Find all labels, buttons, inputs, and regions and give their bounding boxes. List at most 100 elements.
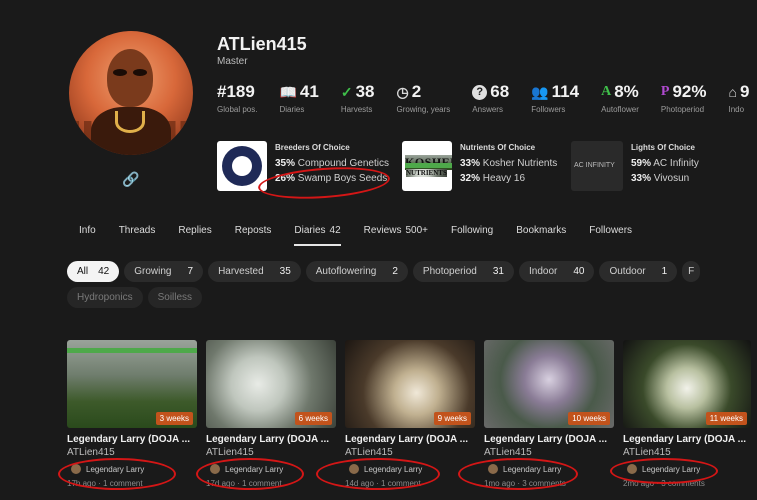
autoflower-icon: A (601, 84, 612, 99)
check-icon: ✓ (340, 83, 353, 100)
photoperiod-icon: P (660, 84, 670, 99)
avatar-eye (113, 69, 127, 76)
diary-author[interactable]: ATLien415 (484, 447, 614, 458)
filter-growing[interactable]: Growing 7 (124, 261, 204, 282)
filter-soilless[interactable]: Soilless (147, 287, 203, 308)
avatar-chain (115, 111, 145, 133)
stat-global-position: #189 Global pos. (217, 82, 257, 114)
stat-autoflower: A 8% Autoflower (601, 82, 639, 114)
diary-thumbnail[interactable]: 10 weeks (484, 340, 614, 428)
filter-indoor[interactable]: Indoor 40 (518, 261, 595, 282)
stat-answers[interactable]: ? 68 Answers (472, 82, 509, 114)
link-icon[interactable]: 🔗 (122, 171, 139, 188)
filter-truncated[interactable]: F (682, 261, 701, 282)
stat-label: Answers (472, 105, 503, 114)
diary-title[interactable]: Legendary Larry (DOJA ... (345, 434, 475, 445)
annotation-circle (458, 458, 578, 490)
stat-label: Global pos. (217, 105, 258, 114)
home-icon: ⌂ (728, 84, 737, 100)
lights-of-choice: AC INFINITY Lights Of Choice 59% AC Infi… (571, 141, 699, 191)
diary-thumbnail[interactable]: 3 weeks (67, 340, 197, 428)
nutrients-of-choice: KOSHER NUTRIENTS Nutrients Of Choice 33%… (402, 141, 557, 191)
stat-photoperiod: P 92% Photoperiod (661, 82, 707, 114)
stat-label: Autoflower (601, 105, 639, 114)
filter-outdoor[interactable]: Outdoor 1 (599, 261, 678, 282)
light-row[interactable]: 33% Vivosun (631, 173, 699, 184)
stat-diaries[interactable]: 📖 41 Diaries (279, 82, 318, 114)
ac-infinity-logo[interactable]: AC INFINITY (571, 141, 623, 191)
profile-avatar[interactable] (69, 31, 193, 155)
tab-bookmarks[interactable]: Bookmarks (516, 225, 566, 246)
diary-title[interactable]: Legendary Larry (DOJA ... (67, 434, 197, 445)
stat-value: 38 (355, 82, 375, 101)
clock-icon: ◷ (396, 83, 409, 100)
stat-growing-years: ◷ 2 Growing, years (396, 82, 450, 114)
weeks-badge: 9 weeks (433, 412, 471, 425)
annotation-circle (316, 458, 440, 490)
diary-thumbnail[interactable]: 11 weeks (623, 340, 751, 428)
tab-reviews[interactable]: Reviews 500+ (364, 225, 428, 246)
diary-thumbnail[interactable]: 6 weeks (206, 340, 336, 428)
choice-title: Lights Of Choice (631, 143, 695, 152)
diary-author[interactable]: ATLien415 (67, 447, 197, 458)
stat-value: 114 (551, 82, 580, 101)
filter-harvested[interactable]: Harvested 35 (208, 261, 301, 282)
weeks-badge: 11 weeks (705, 412, 747, 425)
user-rank: Master (217, 56, 248, 67)
stat-value: 8% (614, 82, 639, 101)
avatar-head (107, 49, 153, 107)
question-icon: ? (472, 84, 488, 100)
tab-replies[interactable]: Replies (178, 225, 211, 246)
stat-value: 68 (490, 82, 510, 101)
tab-reposts[interactable]: Reposts (235, 225, 272, 246)
stat-value: 2 (411, 82, 422, 101)
stat-label: Diaries (279, 105, 305, 114)
annotation-circle (610, 458, 718, 484)
filter-hydroponics[interactable]: Hydroponics (67, 287, 143, 308)
stat-harvests[interactable]: ✓ 38 Harvests (341, 82, 375, 114)
stat-label: Growing, years (396, 105, 451, 114)
kosher-nutrients-logo[interactable]: KOSHER NUTRIENTS (402, 141, 452, 191)
stat-value: 92% (672, 82, 707, 101)
stat-label: Indo (728, 105, 745, 114)
weeks-badge: 3 weeks (155, 412, 193, 425)
users-icon: 👥 (531, 83, 549, 100)
avatar-eye (133, 69, 147, 76)
book-icon: 📖 (279, 83, 297, 100)
choice-title: Breeders Of Choice (275, 143, 350, 152)
logo-text: AC INFINITY (574, 162, 615, 169)
annotation-circle (58, 458, 176, 490)
tab-info[interactable]: Info (79, 225, 96, 246)
logo-subtext: NUTRIENTS (406, 169, 447, 177)
filter-photoperiod[interactable]: Photoperiod 31 (412, 261, 514, 282)
stat-value: #189 (217, 82, 255, 101)
nutrient-row[interactable]: 33% Kosher Nutrients (460, 158, 557, 169)
diary-title[interactable]: Legendary Larry (DOJA ... (623, 434, 751, 445)
diary-title[interactable]: Legendary Larry (DOJA ... (206, 434, 336, 445)
light-row[interactable]: 59% AC Infinity (631, 158, 699, 169)
tab-count: 42 (329, 225, 341, 236)
stat-indoor: ⌂ 9 Indo (728, 82, 749, 114)
stat-label: Photoperiod (660, 105, 705, 114)
tab-threads[interactable]: Threads (119, 225, 156, 246)
diary-thumbnail[interactable]: 9 weeks (345, 340, 475, 428)
diary-author[interactable]: ATLien415 (345, 447, 475, 458)
tab-following[interactable]: Following (451, 225, 493, 246)
diary-author[interactable]: ATLien415 (623, 447, 751, 458)
nutrient-row[interactable]: 32% Heavy 16 (460, 173, 557, 184)
stat-label: Harvests (340, 105, 373, 114)
diary-filters: All 42 Growing 7 Harvested 35 Autoflowering… (67, 261, 757, 313)
filter-all[interactable]: All 42 (67, 261, 120, 282)
stat-value: 9 (739, 82, 750, 101)
choice-title: Nutrients Of Choice (460, 143, 536, 152)
tab-count: 500+ (405, 225, 428, 236)
tab-followers[interactable]: Followers (589, 225, 632, 246)
logo-text: KOSHER (405, 155, 452, 170)
diary-author[interactable]: ATLien415 (206, 447, 336, 458)
filter-autoflowering[interactable]: Autoflowering 2 (305, 261, 408, 282)
stat-followers[interactable]: 👥 114 Followers (531, 82, 579, 114)
weeks-badge: 6 weeks (294, 412, 332, 425)
tab-diaries[interactable]: Diaries 42 (294, 225, 341, 246)
stat-value: 41 (299, 82, 319, 101)
diary-title[interactable]: Legendary Larry (DOJA ... (484, 434, 614, 445)
